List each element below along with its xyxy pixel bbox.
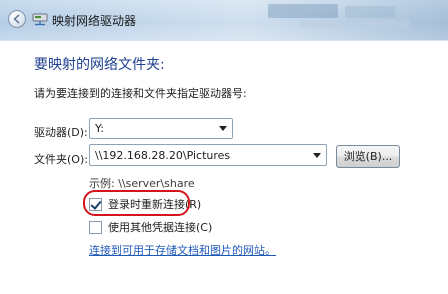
drive-letter-select[interactable]: Y: (89, 118, 233, 139)
other-credentials-checkbox[interactable] (89, 220, 102, 234)
back-arrow-icon (13, 14, 20, 24)
instruction-text: 请为要连接到的连接和文件夹指定驱动器号: (34, 87, 247, 100)
background-blur (300, 20, 410, 28)
network-drive-icon (32, 13, 48, 26)
folder-path-value: \\192.168.28.20\Pictures (95, 149, 231, 162)
background-blur (268, 4, 338, 18)
title-bar: 映射网络驱动器 (0, 0, 448, 40)
page-heading: 要映射的网络文件夹: (34, 57, 165, 73)
website-link[interactable]: 连接到可用于存储文档和图片的网站。 (89, 242, 276, 258)
background-blur (345, 6, 395, 18)
browse-button[interactable]: 浏览(B)... (336, 145, 400, 168)
example-text: 示例: \\server\share (89, 177, 195, 190)
chevron-down-icon[interactable] (219, 126, 227, 131)
folder-label: 文件夹(O): (34, 153, 88, 166)
other-credentials-option[interactable]: 使用其他凭据连接(C) (89, 219, 212, 235)
window-title: 映射网络驱动器 (52, 14, 137, 28)
other-credentials-label[interactable]: 使用其他凭据连接(C) (108, 219, 212, 235)
drive-label: 驱动器(D): (34, 126, 88, 139)
back-button[interactable] (8, 10, 26, 28)
highlight-annotation (83, 190, 190, 216)
drive-letter-value: Y: (95, 122, 104, 135)
chevron-down-icon[interactable] (313, 153, 321, 158)
folder-path-input[interactable]: \\192.168.28.20\Pictures (89, 144, 327, 166)
